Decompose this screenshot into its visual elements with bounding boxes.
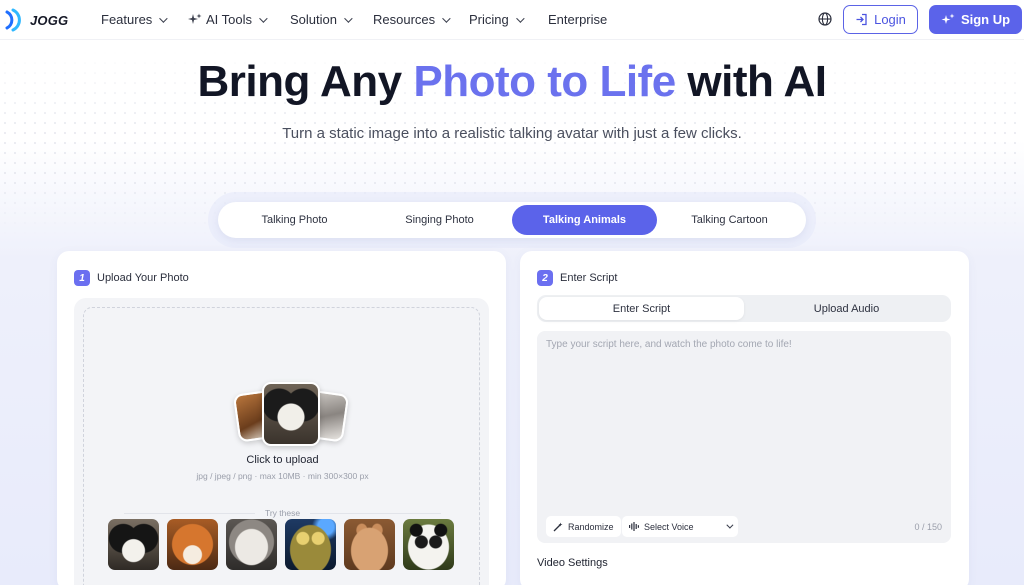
nav-solution-label: Solution <box>290 12 337 27</box>
script-input[interactable] <box>546 339 942 509</box>
script-editor: Randomize Select Voice 0 / 150 <box>537 331 951 543</box>
tab-singing-photo[interactable]: Singing Photo <box>367 205 512 235</box>
script-step-header: 2 Enter Script <box>537 270 617 286</box>
nav-ai-tools[interactable]: AI Tools <box>188 12 268 27</box>
sample-rabbit[interactable] <box>344 519 395 570</box>
divider-line <box>310 512 441 514</box>
upload-preview-stack <box>232 382 350 448</box>
nav-enterprise[interactable]: Enterprise <box>548 12 607 27</box>
step-number-badge: 2 <box>537 270 553 286</box>
try-these-divider: Try these <box>124 508 441 518</box>
brand-name: JOGG <box>30 12 69 28</box>
globe-icon[interactable] <box>818 12 832 26</box>
nav-pricing[interactable]: Pricing <box>469 12 525 27</box>
top-navbar: JOGG Features AI Tools Solution Resource… <box>0 0 1024 40</box>
upload-step-header: 1 Upload Your Photo <box>74 270 189 286</box>
sample-cat[interactable] <box>226 519 277 570</box>
sparkle-icon <box>941 13 955 24</box>
script-panel: 2 Enter Script Enter Script Upload Audio… <box>520 251 969 585</box>
nav-solution[interactable]: Solution <box>290 12 353 27</box>
chevron-down-icon <box>515 13 525 23</box>
click-to-upload-label: Click to upload <box>246 454 319 466</box>
nav-features[interactable]: Features <box>101 12 168 27</box>
video-settings-heading[interactable]: Video Settings <box>537 557 608 569</box>
nav-ai-tools-label: AI Tools <box>206 12 253 27</box>
chevron-down-icon <box>259 13 268 23</box>
page-title: Bring Any Photo to Life with AI <box>0 57 1024 107</box>
mode-tabs: Talking Photo Singing Photo Talking Anim… <box>218 202 806 238</box>
upload-format-hint: jpg / jpeg / png · max 10MB · min 300×30… <box>196 471 369 481</box>
tab-upload-audio[interactable]: Upload Audio <box>744 297 949 320</box>
chevron-down-icon <box>442 13 451 23</box>
sample-dog[interactable] <box>108 519 159 570</box>
upload-dropzone-border: Click to upload jpg / jpeg / png · max 1… <box>83 307 480 585</box>
login-icon <box>856 13 867 26</box>
step-number-badge: 1 <box>74 270 90 286</box>
login-button[interactable]: Login <box>843 5 918 34</box>
nav-resources-label: Resources <box>373 12 436 27</box>
script-mode-switch: Enter Script Upload Audio <box>537 295 951 322</box>
brand-logo[interactable]: JOGG <box>4 8 68 32</box>
sample-fox[interactable] <box>167 519 218 570</box>
tab-enter-script[interactable]: Enter Script <box>539 297 744 320</box>
nav-resources[interactable]: Resources <box>373 12 451 27</box>
sparkle-icon <box>188 13 202 24</box>
tab-talking-photo[interactable]: Talking Photo <box>222 205 367 235</box>
dog-preview-image <box>262 382 320 446</box>
randomize-label: Randomize <box>568 521 614 532</box>
chevron-down-icon <box>726 521 734 529</box>
signup-button[interactable]: Sign Up <box>929 5 1022 34</box>
sample-frog[interactable] <box>285 519 336 570</box>
title-part-2: with AI <box>675 57 827 106</box>
tab-talking-cartoon[interactable]: Talking Cartoon <box>657 205 802 235</box>
script-step-title: Enter Script <box>560 272 618 284</box>
chevron-down-icon <box>344 13 353 23</box>
sample-panda[interactable] <box>403 519 454 570</box>
upload-panel: 1 Upload Your Photo Click to upload jpg … <box>57 251 506 585</box>
nav-pricing-label: Pricing <box>469 12 509 27</box>
nav-enterprise-label: Enterprise <box>548 12 608 27</box>
try-these-label: Try these <box>264 508 301 518</box>
select-voice-dropdown[interactable]: Select Voice <box>622 516 738 537</box>
page-subtitle: Turn a static image into a realistic tal… <box>282 125 742 142</box>
jogg-logo-icon <box>5 8 21 32</box>
sample-images <box>108 519 454 570</box>
tab-talking-animals[interactable]: Talking Animals <box>512 205 657 235</box>
randomize-button[interactable]: Randomize <box>546 516 621 537</box>
signup-label: Sign Up <box>960 12 1011 27</box>
nav-features-label: Features <box>101 12 153 27</box>
upload-dropzone[interactable]: Click to upload jpg / jpeg / png · max 1… <box>74 298 489 585</box>
waveform-icon <box>629 522 639 531</box>
login-label: Login <box>874 12 906 27</box>
title-accent: Photo to Life <box>413 57 676 106</box>
magic-wand-icon <box>553 522 563 531</box>
divider-line <box>124 512 255 514</box>
select-voice-label: Select Voice <box>644 521 694 532</box>
upload-step-title: Upload Your Photo <box>97 272 189 284</box>
title-part-1: Bring Any <box>197 57 414 106</box>
chevron-down-icon <box>159 13 168 23</box>
character-counter: 0 / 150 <box>914 522 942 532</box>
